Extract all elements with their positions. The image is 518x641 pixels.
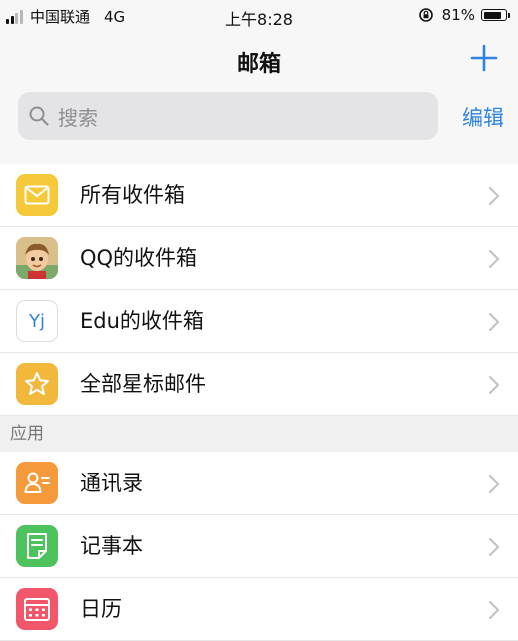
envelope-icon (16, 174, 58, 216)
chevron-right-icon (488, 474, 500, 494)
app-row-contacts[interactable]: 通讯录 (0, 452, 518, 515)
calendar-icon (16, 588, 58, 630)
chevron-right-icon (488, 186, 500, 206)
status-bar: 中国联通 4G 上午8:28 81% (0, 0, 518, 30)
status-right: 81% (418, 6, 510, 24)
app-label: 日历 (80, 597, 122, 621)
mailbox-row-starred[interactable]: 全部星标邮件 (0, 353, 518, 416)
mailbox-row-edu-inbox[interactable]: Yj Edu的收件箱 (0, 290, 518, 353)
search-icon (29, 106, 49, 126)
avatar-icon (16, 237, 58, 279)
battery-icon (481, 9, 510, 21)
yj-logo-icon: Yj (16, 300, 58, 342)
mail-screen: 中国联通 4G 上午8:28 81% 邮箱 搜索 编辑 所有收件箱 QQ的收件箱… (0, 0, 518, 641)
contacts-icon (16, 462, 58, 504)
search-placeholder: 搜索 (58, 105, 98, 130)
rotation-lock-icon (418, 8, 433, 22)
mailbox-row-all-inboxes[interactable]: 所有收件箱 (0, 164, 518, 227)
app-row-notepad[interactable]: 记事本 (0, 515, 518, 578)
yj-logo-text: Yj (29, 310, 45, 332)
mailbox-label: Edu的收件箱 (80, 309, 204, 333)
plus-icon[interactable] (468, 42, 500, 74)
star-icon (16, 363, 58, 405)
mailbox-label: 全部星标邮件 (80, 372, 206, 396)
app-label: 记事本 (80, 534, 143, 558)
app-row-calendar[interactable]: 日历 (0, 578, 518, 641)
search-input[interactable]: 搜索 (18, 92, 438, 140)
navigation-header: 邮箱 搜索 编辑 (0, 30, 518, 165)
section-header-apps: 应用 (0, 416, 518, 452)
mailbox-label: 所有收件箱 (80, 183, 185, 207)
edit-button[interactable]: 编辑 (462, 102, 504, 132)
mailbox-row-qq-inbox[interactable]: QQ的收件箱 (0, 227, 518, 290)
mailbox-label: QQ的收件箱 (80, 246, 198, 270)
app-label: 通讯录 (80, 471, 143, 495)
chevron-right-icon (488, 600, 500, 620)
chevron-right-icon (488, 249, 500, 269)
battery-percent: 81% (441, 6, 475, 24)
chevron-right-icon (488, 375, 500, 395)
mailbox-list: 所有收件箱 QQ的收件箱 Yj Edu的收件箱 全部星标邮件 应用 通讯录 记事… (0, 164, 518, 641)
chevron-right-icon (488, 537, 500, 557)
notepad-icon (16, 525, 58, 567)
page-title: 邮箱 (236, 52, 281, 77)
chevron-right-icon (488, 312, 500, 332)
